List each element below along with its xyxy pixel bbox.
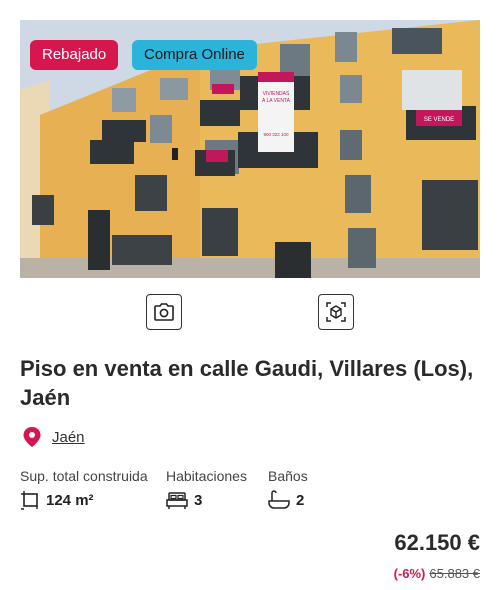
old-price: 65.883 € — [429, 566, 480, 581]
listing-card[interactable]: VIVIENDAS A LA VENTA 900 322 100 SE VEND… — [0, 0, 500, 590]
virtual-tour-button[interactable] — [318, 294, 354, 330]
location-link[interactable]: Jaén — [52, 429, 85, 446]
feature-bedrooms: Habitaciones 3 — [166, 468, 247, 510]
bed-icon — [166, 492, 188, 509]
reduced-badge: Rebajado — [30, 40, 119, 70]
price: 62.150 € — [394, 530, 480, 555]
feature-bathrooms: Baños 2 — [268, 468, 308, 510]
banner-line-2: A LA VENTA — [262, 98, 291, 104]
photos-button[interactable] — [146, 294, 182, 330]
banner-line-3: 900 322 100 — [263, 132, 289, 137]
feature-bathrooms-label: Baños — [268, 468, 308, 484]
location-row: Jaén — [22, 426, 85, 448]
listing-title[interactable]: Piso en venta en calle Gaudi, Villares (… — [20, 354, 490, 412]
previous-price: (-6%) 65.883 € — [394, 566, 480, 581]
discount-percentage: (-6%) — [393, 566, 426, 581]
feature-area-value: 124 m² — [46, 491, 94, 509]
camera-icon — [154, 303, 174, 321]
online-purchase-badge: Compra Online — [132, 40, 257, 70]
feature-area-label: Sup. total construida — [20, 468, 148, 484]
feature-area: Sup. total construida 124 m² — [20, 468, 148, 510]
location-pin-icon — [23, 427, 41, 447]
area-icon — [21, 491, 38, 510]
3d-cube-icon — [326, 302, 346, 322]
feature-bathrooms-value: 2 — [296, 491, 305, 509]
sign-se-vende: SE VENDE — [424, 117, 454, 123]
feature-bedrooms-label: Habitaciones — [166, 468, 247, 484]
banner-line-1: VIVIENDAS — [263, 91, 290, 97]
feature-bedrooms-value: 3 — [194, 491, 203, 509]
bath-icon — [268, 490, 290, 509]
